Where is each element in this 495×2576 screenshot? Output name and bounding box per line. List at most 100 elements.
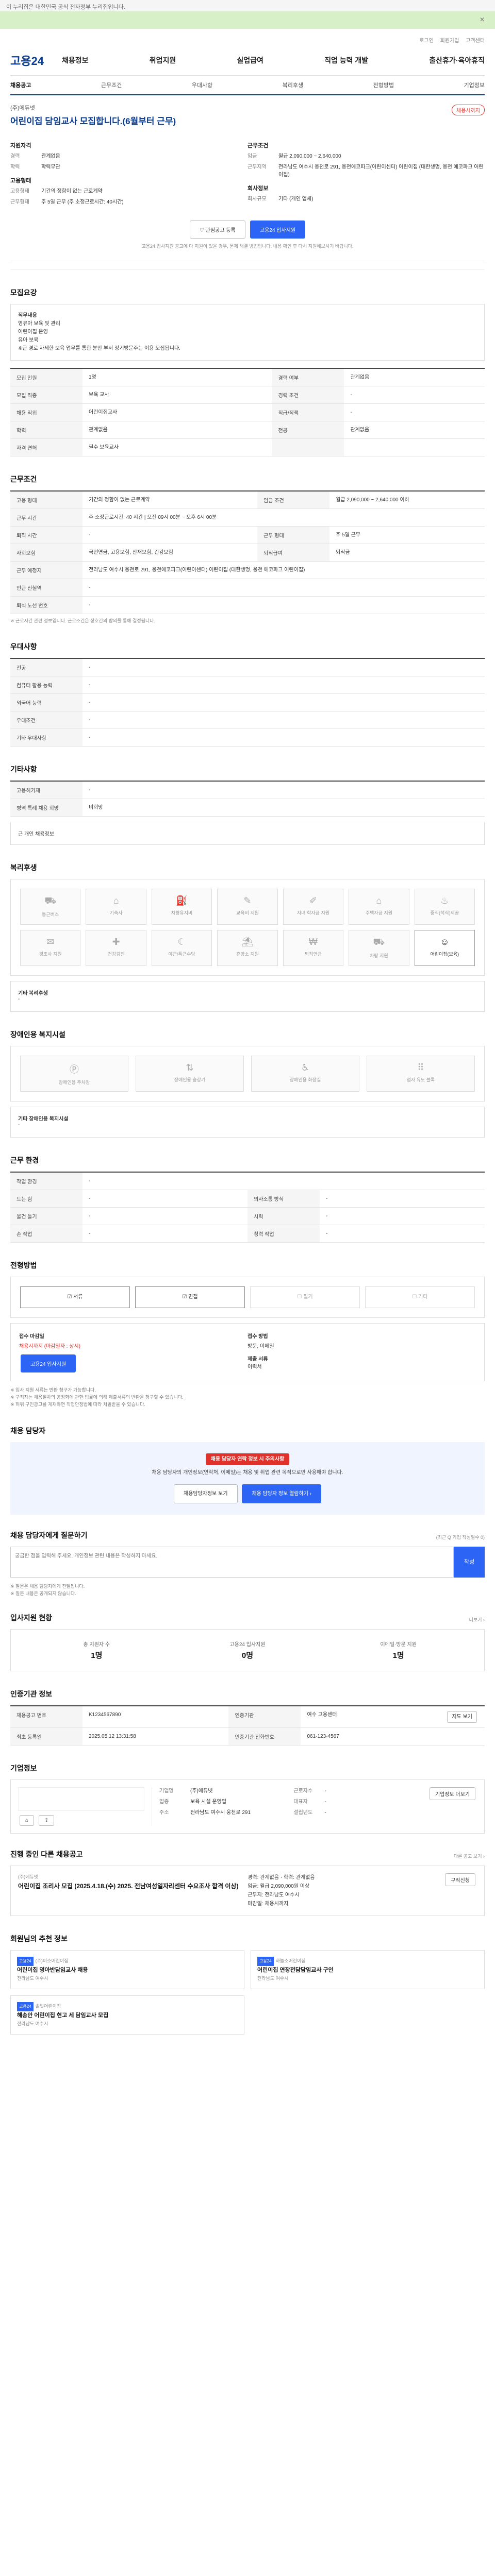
ongoing-company: (주)에듀넷 (18, 1874, 39, 1879)
qa-send-button[interactable]: 작성 (454, 1547, 485, 1578)
recruit-row: 학력 관계없음 전공 관계없음 (10, 421, 485, 439)
gnb-item-leave[interactable]: 출산휴가·육아휴직 (429, 55, 485, 65)
condition-value: 월급 2,090,000 ~ 2,640,000 이하 (329, 491, 485, 509)
recommend-company: (주)미소어린이집 (35, 1958, 69, 1963)
preference-label: 우대조건 (10, 711, 82, 729)
ongoing-title[interactable]: 어린이집 조리사 모집 (2025.4.18.(수) 2025. 전남여성일자리… (18, 1882, 248, 1891)
company-value: 보육 시설 운영업 (190, 1799, 226, 1805)
recommend-location: 전라남도 여수시 (17, 2021, 48, 2026)
condition-value: 주 소정근로시간: 40 시간 | 오전 09시 00분 ~ 오후 6시 00분 (82, 509, 485, 527)
summary-label: 경력 (10, 154, 20, 159)
recommend-title[interactable]: 어린이집 영아반담임교사 채용 (17, 1966, 238, 1974)
recruit-value: 관계없음 (344, 368, 485, 386)
welfare-grid: ⛟ 통근버스 ⌂ 기숙사 ⛽ 차량유지비 ✎ 교육비 지원 ✐ 자녀 학자금 지원 ⌂ 주택자금 지원… (10, 879, 485, 976)
recommend-title[interactable]: 어린이집 연장전담담임교사 구인 (257, 1966, 478, 1974)
view-contact-button[interactable]: 채용담당자정보 보기 (173, 1484, 238, 1503)
environment-row: 물건 들기 - 시력 - (10, 1207, 485, 1225)
ongoing-more-link[interactable]: 다른 공고 보기 › (454, 1853, 485, 1859)
etc-box: 근 개인 채용정보 (10, 822, 485, 845)
recruit-label: 자격 면허 (10, 438, 82, 456)
welfare-label: 퇴직연금 (304, 952, 322, 957)
interest-button[interactable]: ♡ 관심공고 등록 (189, 221, 245, 239)
interest-label: 관심공고 등록 (205, 228, 236, 233)
site-logo[interactable]: 고용24 (10, 52, 62, 69)
recruit-value: 관계없음 (82, 421, 272, 439)
condition-label: 퇴식 노선 번호 (10, 596, 82, 614)
gnb-item-jobs[interactable]: 채용정보 (62, 55, 89, 65)
stat-value: 0명 (241, 1651, 254, 1660)
gnb-item-unemployment[interactable]: 실업급여 (237, 55, 263, 65)
condition-value: - (82, 596, 485, 614)
recommend-company: 하늘소어린이집 (275, 1958, 306, 1963)
submit-apply-button[interactable]: 고용24 입사지원 (21, 1354, 76, 1372)
ongoing-card[interactable]: (주)에듀넷 어린이집 조리사 모집 (2025.4.18.(수) 2025. … (10, 1866, 485, 1916)
tab-method[interactable]: 전형방법 (373, 81, 394, 89)
method-item: ☑ 면접 (135, 1286, 245, 1308)
company-more-button[interactable]: 기업정보 더보기 (429, 1787, 475, 1800)
apply-button[interactable]: 고용24 입사지원 (250, 221, 306, 239)
conditions-section-title: 근무조건 (10, 475, 37, 483)
qa-input[interactable] (10, 1547, 454, 1578)
recruit-label: 모집 직종 (10, 386, 82, 404)
deadline-badge: 채용시까지 (452, 105, 485, 115)
environment-value: - (82, 1190, 248, 1208)
recommend-card[interactable]: 고용24 솔빛어린이집 해송안 어린이집 현고 세 담임교사 모집 전라남도 여수시 (10, 1995, 244, 2035)
summary-value: 관계없음 (41, 154, 60, 159)
preference-label: 전공 (10, 658, 82, 676)
close-icon[interactable]: ✕ (480, 16, 485, 23)
check-icon: ☑ (182, 1294, 189, 1300)
disability-other-title: 기타 장애인용 복지시설 (18, 1116, 69, 1122)
welfare-item: ♨ 중식(석식)제공 (414, 889, 475, 925)
map-button[interactable]: 지도 보기 (447, 1711, 477, 1723)
company-info-heading: 회사정보 (248, 185, 269, 192)
tab-welfare[interactable]: 복리후생 (283, 81, 303, 89)
environment-label: 청력 작업 (248, 1225, 320, 1243)
welfare-other-title: 기타 복리후생 (18, 991, 48, 996)
company-section-title: 기업정보 (10, 1764, 37, 1772)
submit-note: ※ 구직자는 채용절차의 공정화에 관한 법률에 의해 제출서류의 반환을 청구… (10, 1395, 184, 1400)
login-link[interactable]: 로그인 (419, 38, 434, 44)
submit-box: 접수 마감일 채용시까지 (마감일자 : 상시) 고용24 입사지원 접수 방법… (10, 1323, 485, 1381)
welfare-item: ₩ 퇴직연금 (283, 930, 344, 966)
disability-item: ⇅ 장애인용 승강기 (136, 1056, 244, 1092)
disability-label: 점자 유도 블록 (406, 1077, 435, 1082)
welfare-item: ⛱ 휴양소 지원 (217, 930, 278, 966)
recommend-card[interactable]: 고용24 (주)미소어린이집 어린이집 영아반담임교사 채용 전라남도 여수시 (10, 1950, 244, 1989)
stat-label: 고용24 입사지원 (229, 1642, 266, 1648)
disability-label: 장애인용 화장실 (289, 1077, 321, 1082)
stats-more-link[interactable]: 더보기 › (469, 1616, 485, 1623)
disability-other-value: - (18, 1122, 20, 1128)
recruit-row: 자격 면허 필수 보육교사 (10, 438, 485, 456)
open-contact-button[interactable]: 채용 담당자 정보 열람하기 › (242, 1484, 322, 1503)
summary-label: 회사규모 (248, 196, 267, 202)
tab-preferences[interactable]: 우대사항 (192, 81, 212, 89)
signup-link[interactable]: 회원가입 (440, 38, 459, 44)
environment-section-title: 근무 환경 (10, 1156, 39, 1164)
gnb-item-training[interactable]: 직업 능력 개발 (324, 55, 368, 65)
ongoing-line: 임금: 월급 2,090,000원 이상 (248, 1884, 310, 1889)
help-link[interactable]: 고객센터 (466, 38, 485, 44)
company-share-button[interactable]: ⇪ (38, 1815, 55, 1826)
ongoing-apply-button[interactable]: 구직신청 (445, 1873, 475, 1886)
welfare-label: 자녀 학자금 지원 (296, 910, 329, 916)
contact-text: 채용 담당자의 개인정보(연락처, 이메일)는 채용 및 취업 관련 목적으로만… (152, 1470, 343, 1476)
tab-recruit[interactable]: 채용공고 (10, 81, 31, 89)
contact-warning-tag: 채용 담당자 연락 정보 시 주의사항 (205, 1453, 290, 1465)
global-nav: 고용24 채용정보 취업지원 실업급여 직업 능력 개발 출산휴가·육아휴직 (10, 45, 485, 76)
environment-row: 손 작업 - 청력 작업 - (10, 1225, 485, 1243)
tab-company[interactable]: 기업정보 (464, 81, 484, 89)
tab-conditions[interactable]: 근무조건 (101, 81, 122, 89)
recruit-label: 경력 여부 (272, 368, 344, 386)
company-homepage-button[interactable]: ⌂ (20, 1815, 35, 1826)
method-item: ☐ 필기 (250, 1286, 360, 1308)
condition-row: 사회보험 국민연금, 고용보험, 산재보험, 건강보험 퇴직급여 퇴직금 (10, 544, 485, 562)
preference-label: 기타 우대사항 (10, 728, 82, 747)
org-value: 여수 고용센터 지도 보기 (301, 1706, 485, 1728)
recommend-card[interactable]: 고용24 하늘소어린이집 어린이집 연장전담담임교사 구인 전라남도 여수시 (251, 1950, 485, 1989)
recommend-header: 고용24 하늘소어린이집 (257, 1957, 478, 1966)
promo-banner[interactable]: ✕ (0, 11, 495, 29)
recommend-title[interactable]: 해송안 어린이집 현고 세 담임교사 모집 (17, 2011, 238, 2020)
gnb-item-support[interactable]: 취업지원 (150, 55, 176, 65)
footer-spacer (10, 2035, 485, 2065)
company-name[interactable]: (주)에듀넷 (10, 104, 485, 112)
